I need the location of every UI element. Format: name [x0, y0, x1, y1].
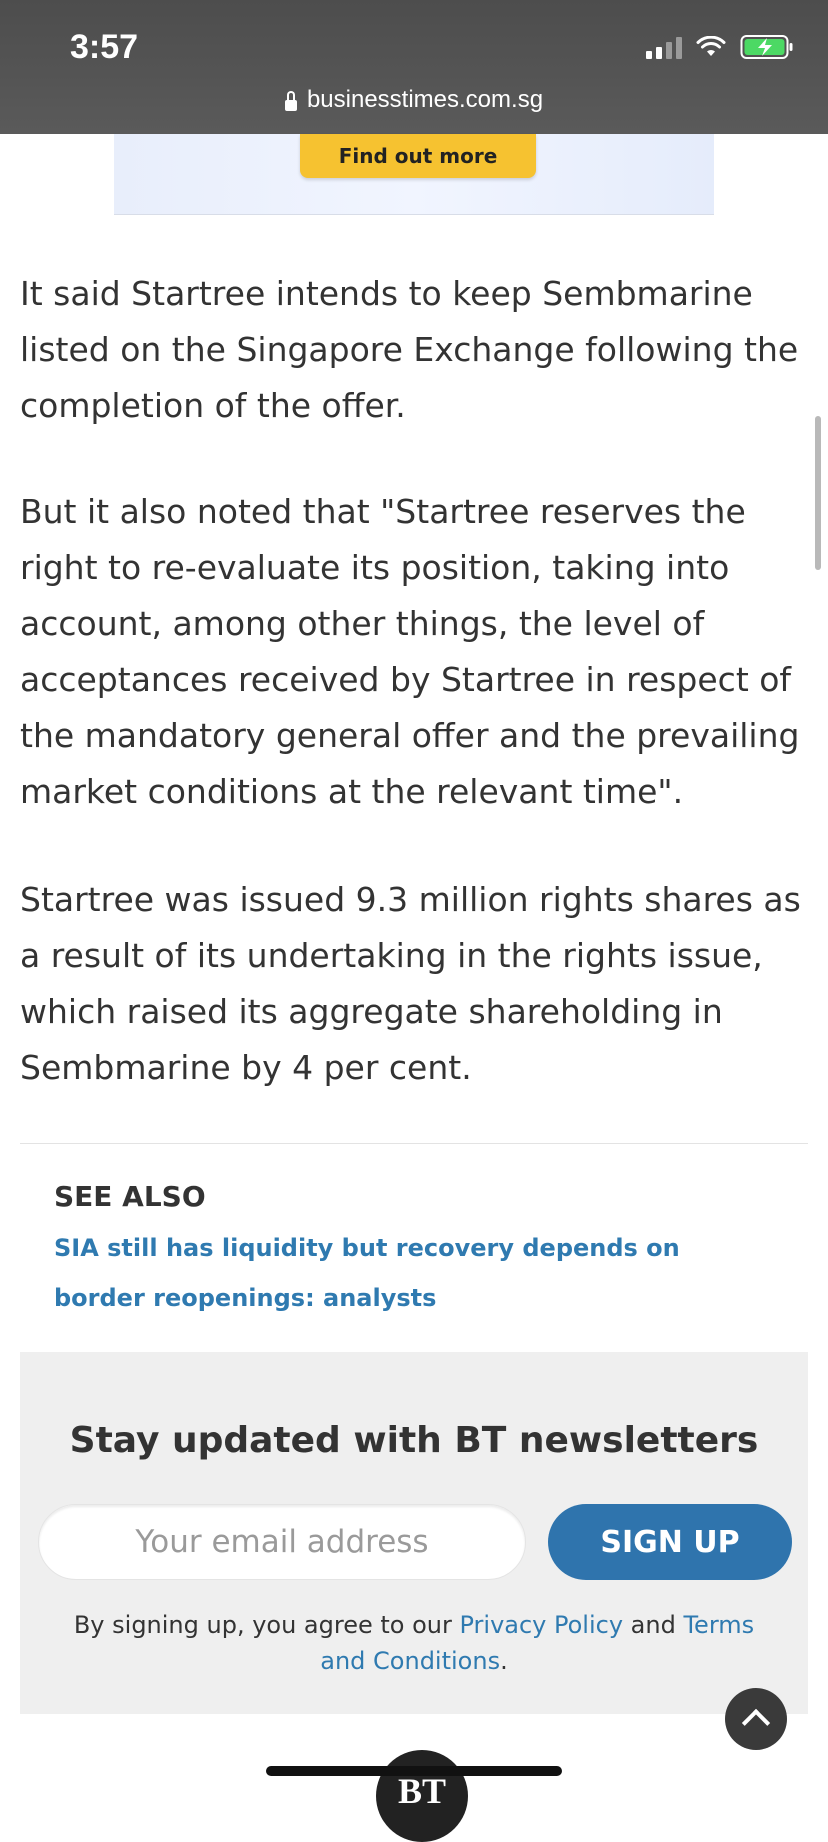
signal-icon: [646, 35, 682, 59]
paragraph-text: Startree was issued 9.3 million rights s…: [20, 880, 801, 1087]
newsletter-signup: Stay updated with BT newsletters SIGN UP…: [20, 1352, 808, 1714]
scrollbar[interactable]: [815, 416, 821, 570]
see-also-section: SEE ALSO SIA still has liquidity but rec…: [54, 1180, 754, 1323]
article-paragraph: It said Startree intends to keep Sembmar…: [20, 266, 810, 434]
status-time: 3:57: [70, 28, 139, 66]
divider: [20, 1143, 808, 1144]
wifi-icon: [696, 36, 726, 56]
paragraph-text: It said Startree intends to keep Sembmar…: [20, 274, 799, 425]
logo-text: BT: [397, 1771, 447, 1811]
article-paragraph: But it also noted that "Startree reserve…: [20, 484, 810, 820]
privacy-policy-link[interactable]: Privacy Policy: [459, 1611, 623, 1639]
battery-charging-icon: [740, 35, 793, 59]
see-also-link[interactable]: SIA still has liquidity but recovery dep…: [54, 1223, 754, 1323]
terms-suffix: .: [500, 1647, 508, 1675]
email-field[interactable]: [38, 1504, 526, 1580]
status-icons: [646, 34, 794, 60]
newsletter-title: Stay updated with BT newsletters: [69, 1420, 759, 1461]
home-indicator[interactable]: [266, 1766, 562, 1776]
terms-prefix: By signing up, you agree to our: [73, 1611, 460, 1639]
see-also-heading: SEE ALSO: [54, 1180, 206, 1213]
sign-up-button[interactable]: SIGN UP: [548, 1504, 792, 1580]
article-paragraph: Startree was issued 9.3 million rights s…: [20, 872, 810, 1096]
url-text: businesstimes.com.sg: [306, 86, 544, 113]
scroll-to-top-button[interactable]: [725, 1688, 787, 1750]
address-bar[interactable]: businesstimes.com.sg: [0, 86, 828, 114]
bt-logo: BT: [376, 1750, 468, 1842]
status-bar: 3:57 businesstimes.com.sg: [0, 0, 828, 134]
lock-icon: [284, 90, 297, 111]
find-out-more-button[interactable]: Find out more: [300, 134, 536, 178]
paragraph-text: But it also noted that "Startree reserve…: [20, 492, 800, 811]
terms-notice: By signing up, you agree to our Privacy …: [60, 1607, 768, 1679]
ad-banner[interactable]: Find out more: [114, 134, 714, 215]
terms-and: and: [623, 1611, 684, 1639]
